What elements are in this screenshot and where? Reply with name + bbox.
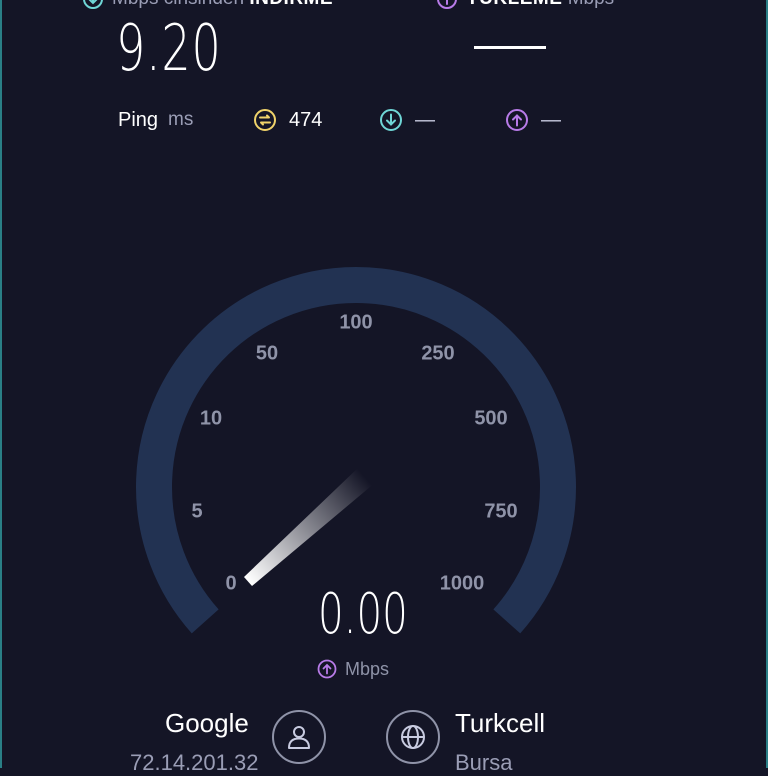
server-host-name[interactable]: Google (165, 708, 249, 739)
gauge-svg (136, 267, 576, 634)
current-speed-value: 0.00 (318, 582, 408, 647)
gauge-tick: 0 (225, 572, 237, 595)
speed-gauge: 0 5 10 50 100 250 500 750 1000 0.00 Mbps (0, 0, 768, 768)
gauge-tick: 10 (199, 407, 223, 430)
speed-unit-text: Mbps (345, 658, 390, 679)
gauge-tick: 500 (474, 407, 508, 430)
gauge-needle (244, 466, 376, 586)
isp-city: Bursa (455, 750, 513, 775)
gauge-tick: 750 (484, 500, 518, 523)
current-speed-unit: Mbps (317, 657, 389, 681)
gauge-tick: 100 (339, 311, 373, 334)
gauge-tick: 5 (191, 500, 203, 523)
upload-arrow-icon (317, 659, 337, 679)
server-ip: 72.14.201.32 (130, 750, 259, 775)
gauge-track (136, 267, 576, 634)
gauge-tick: 250 (421, 342, 455, 365)
isp-name[interactable]: Turkcell (455, 708, 545, 739)
user-button[interactable] (272, 710, 326, 764)
gauge-tick: 1000 (439, 572, 485, 595)
server-select-button[interactable] (386, 710, 440, 764)
globe-icon (401, 725, 425, 749)
gauge-tick: 50 (255, 342, 279, 365)
user-icon (288, 726, 310, 749)
